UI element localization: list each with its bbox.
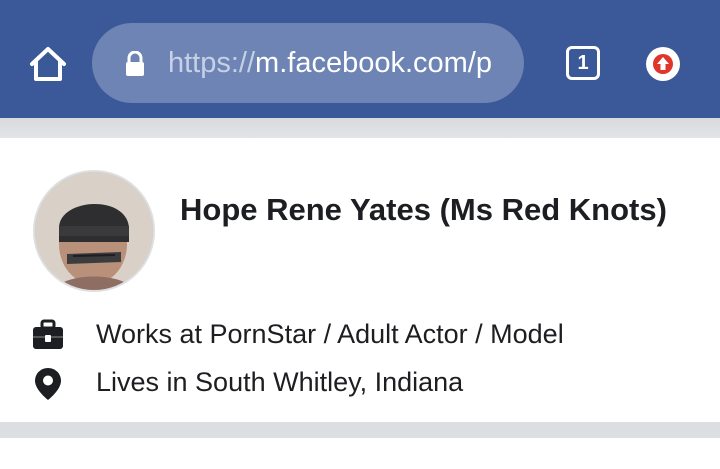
tab-switcher-button[interactable]: 1: [566, 46, 600, 80]
url-scheme: https://: [168, 47, 256, 79]
home-icon: [30, 47, 66, 81]
profile-avatar[interactable]: [33, 170, 155, 292]
next-section: [0, 438, 720, 469]
home-button[interactable]: [26, 44, 70, 84]
work-text: Works at PornStar / Adult Actor / Model: [96, 319, 564, 349]
section-divider: [0, 422, 720, 438]
profile-name[interactable]: Hope Rene Yates (Ms Red Knots): [180, 190, 680, 230]
update-arrow-icon: [653, 54, 673, 74]
location-pin-icon: [35, 368, 61, 400]
browser-toolbar: https://m.facebook.com/p 1: [0, 0, 720, 118]
url-text[interactable]: https://m.facebook.com/p: [168, 45, 492, 81]
toolbar-divider: [0, 118, 720, 138]
briefcase-icon: [33, 319, 63, 349]
location-row: Lives in South Whitley, Indiana: [0, 360, 720, 404]
profile-card: Hope Rene Yates (Ms Red Knots) Works at …: [0, 138, 720, 422]
address-bar[interactable]: https://m.facebook.com/p: [92, 23, 524, 103]
url-host: m.facebook.com/p: [255, 47, 492, 79]
work-row: Works at PornStar / Adult Actor / Model: [0, 312, 720, 356]
update-button[interactable]: [646, 47, 680, 81]
lock-icon: [126, 51, 144, 76]
avatar-photo: [35, 172, 153, 290]
location-text: Lives in South Whitley, Indiana: [96, 367, 464, 397]
